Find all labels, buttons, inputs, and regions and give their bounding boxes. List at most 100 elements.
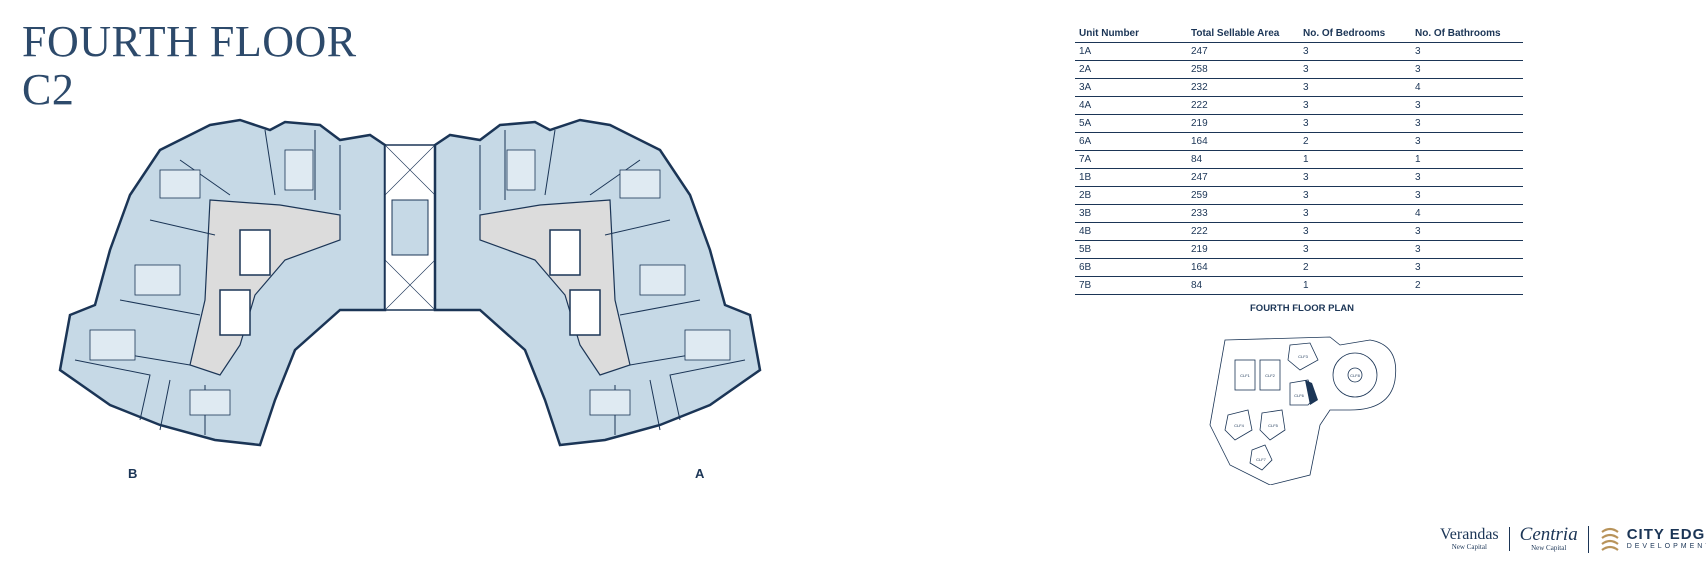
center-connector [384, 144, 436, 311]
table-cell: 6A [1075, 132, 1187, 151]
table-cell: 3 [1299, 96, 1411, 115]
city-edge-logo-text: CITY EDGE [1626, 525, 1706, 543]
table-cell: 247 [1187, 168, 1299, 187]
key-plan-label: CLF4 [1234, 423, 1245, 428]
title-line-1: FOURTH FLOOR [22, 17, 357, 66]
centria-logo: Centria New Capital [1510, 523, 1589, 553]
table-cell: 3 [1411, 96, 1523, 115]
table-cell: 3 [1411, 114, 1523, 133]
table-cell: 4A [1075, 96, 1187, 115]
table-cell: 1A [1075, 42, 1187, 61]
table-cell: 84 [1187, 150, 1299, 169]
table-cell: 219 [1187, 240, 1299, 259]
table-cell: 3 [1411, 240, 1523, 259]
table-row: 4B 222 3 3 [1075, 222, 1523, 241]
table-row: 4A 222 3 3 [1075, 96, 1523, 115]
floor-plan [58, 118, 762, 447]
table-row: 7A 84 1 1 [1075, 150, 1523, 169]
table-cell: 247 [1187, 42, 1299, 61]
table-cell: 2 [1411, 276, 1523, 295]
table-cell: 3 [1299, 204, 1411, 223]
city-edge-emblem-icon [1601, 527, 1619, 551]
table-cell: 3B [1075, 204, 1187, 223]
table-cell: 6B [1075, 258, 1187, 277]
table-cell: 3 [1299, 60, 1411, 79]
brand-logos: Verandas New Capital Centria New Capital… [1440, 522, 1706, 556]
table-header-row: Unit Number Total Sellable Area No. Of B… [1075, 26, 1523, 43]
table-cell: 3 [1411, 222, 1523, 241]
table-cell: 3 [1411, 60, 1523, 79]
table-row: 6B 164 2 3 [1075, 258, 1523, 277]
table-cell: 4B [1075, 222, 1187, 241]
table-row: 6A 164 2 3 [1075, 132, 1523, 151]
centria-logo-text: Centria [1519, 523, 1578, 545]
table-row: 2B 259 3 3 [1075, 186, 1523, 205]
table-cell: 3 [1411, 186, 1523, 205]
table-cell: 3 [1299, 168, 1411, 187]
table-cell: 4 [1411, 204, 1523, 223]
table-cell: 4 [1411, 78, 1523, 97]
wing-a [433, 118, 762, 447]
centria-logo-subtext: New Capital [1531, 543, 1567, 552]
key-plan: CLF8 CLF1 CLF2 CLF3 CLF6 CLF4 CLF5 CLF7 [1209, 336, 1397, 485]
table-cell: 258 [1187, 60, 1299, 79]
table-cell: 3 [1299, 222, 1411, 241]
key-plan-label: CLF6 [1294, 393, 1305, 398]
table-cell: 233 [1187, 204, 1299, 223]
table-cell: 3A [1075, 78, 1187, 97]
table-cell: 3 [1299, 42, 1411, 61]
table-cell: 3 [1411, 258, 1523, 277]
table-cell: 84 [1187, 276, 1299, 295]
table-cell: 3 [1411, 132, 1523, 151]
table-cell: 1B [1075, 168, 1187, 187]
table-row: 3B 233 3 4 [1075, 204, 1523, 223]
verandas-logo-text: Verandas [1440, 526, 1499, 543]
table-cell: 7A [1075, 150, 1187, 169]
table-cell: 3 [1411, 42, 1523, 61]
table-cell: 3 [1299, 78, 1411, 97]
table-row: 1A 247 3 3 [1075, 42, 1523, 61]
table-cell: 3 [1411, 168, 1523, 187]
table-cell: 2 [1299, 132, 1411, 151]
table-cell: 3 [1299, 186, 1411, 205]
key-plan-label: CLF8 [1350, 373, 1361, 378]
column-header: No. Of Bathrooms [1411, 26, 1523, 43]
column-header: No. Of Bedrooms [1299, 26, 1411, 43]
table-cell: 219 [1187, 114, 1299, 133]
table-cell: 3 [1299, 114, 1411, 133]
column-header: Total Sellable Area [1187, 26, 1299, 43]
table-cell: 222 [1187, 96, 1299, 115]
wing-label-a: A [695, 466, 705, 481]
table-cell: 5B [1075, 240, 1187, 259]
table-cell: 164 [1187, 132, 1299, 151]
table-cell: 2B [1075, 186, 1187, 205]
table-row: 5B 219 3 3 [1075, 240, 1523, 259]
unit-table: Unit Number Total Sellable Area No. Of B… [1075, 26, 1523, 295]
table-cell: 3 [1299, 240, 1411, 259]
table-cell: 2A [1075, 60, 1187, 79]
table-row: 3A 232 3 4 [1075, 78, 1523, 97]
table-row: 1B 247 3 3 [1075, 168, 1523, 187]
table-cell: 2 [1299, 258, 1411, 277]
key-plan-title: FOURTH FLOOR PLAN [1250, 303, 1354, 314]
key-plan-label: CLF1 [1240, 373, 1251, 378]
table-cell: 5A [1075, 114, 1187, 133]
column-header: Unit Number [1075, 26, 1187, 43]
verandas-logo: Verandas New Capital [1440, 527, 1510, 551]
wing-b [58, 118, 387, 447]
table-row: 2A 258 3 3 [1075, 60, 1523, 79]
wing-label-b: B [128, 466, 138, 481]
city-edge-logo: CITY EDGE DEVELOPMENTS [1589, 526, 1706, 552]
table-cell: 1 [1299, 276, 1411, 295]
verandas-logo-subtext: New Capital [1451, 543, 1487, 551]
key-plan-label: CLF3 [1298, 354, 1309, 359]
table-row: 7B 84 1 2 [1075, 276, 1523, 295]
table-row: 5A 219 3 3 [1075, 114, 1523, 133]
key-plan-label: CLF2 [1265, 373, 1276, 378]
table-cell: 1 [1299, 150, 1411, 169]
key-plan-label: CLF5 [1268, 423, 1279, 428]
table-cell: 1 [1411, 150, 1523, 169]
key-plan-label: CLF7 [1256, 457, 1267, 462]
table-cell: 164 [1187, 258, 1299, 277]
table-cell: 259 [1187, 186, 1299, 205]
